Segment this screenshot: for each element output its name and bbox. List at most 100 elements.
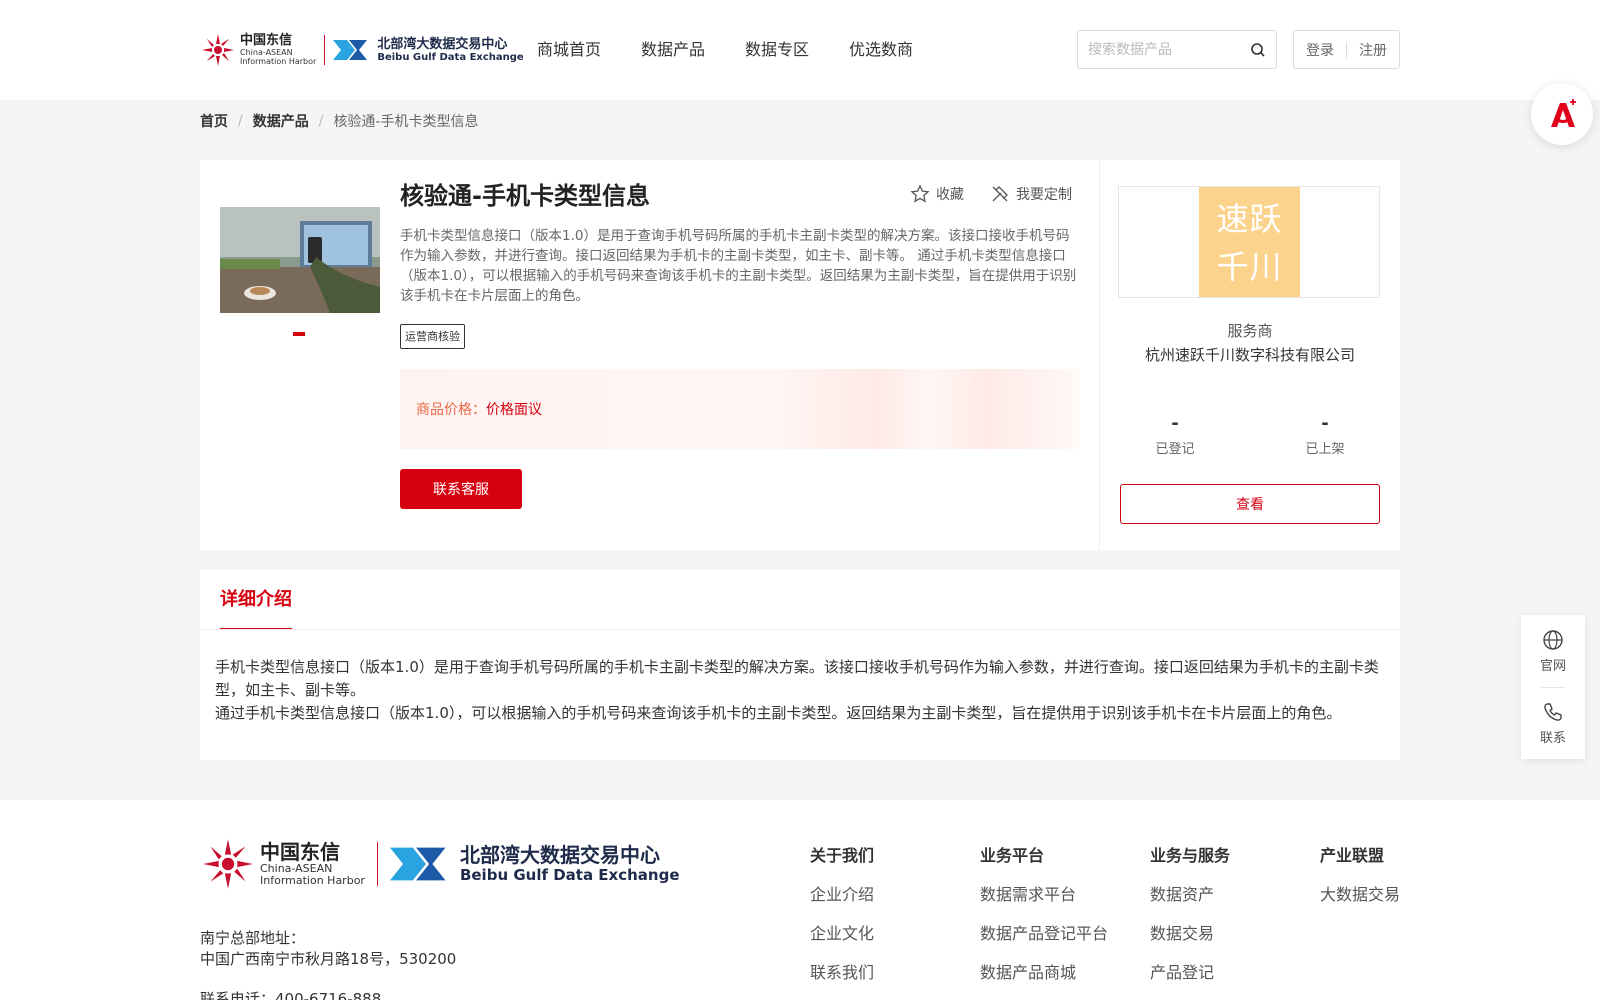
- provider-name: 杭州速跃千川数字科技有限公司: [1144, 346, 1355, 364]
- detail-paragraph: 手机卡类型信息接口（版本1.0）是用于查询手机号码所属的手机卡主副卡类型的解决方…: [215, 658, 1379, 699]
- detail-paragraph: 通过手机卡类型信息接口（版本1.0），可以根据输入的手机号码来查询该手机卡的主副…: [215, 704, 1342, 722]
- site-logo[interactable]: 中国东信 China-ASEAN Information Harbor 北部湾大…: [200, 30, 524, 70]
- stat-value: -: [1171, 413, 1179, 434]
- ai-assistant-button[interactable]: [1531, 83, 1593, 145]
- globe-icon: [1543, 630, 1563, 650]
- breadcrumb-current: 核验通-手机卡类型信息: [333, 114, 479, 130]
- bbw-logo-icon: [333, 40, 368, 60]
- star-icon: [910, 184, 930, 203]
- favorite-label: 收藏: [936, 187, 964, 203]
- tab-detail-intro[interactable]: 详细介绍: [220, 588, 292, 630]
- stat-label: 已登记: [1155, 442, 1195, 457]
- footer-link[interactable]: 数据需求平台: [980, 883, 1108, 907]
- stat-registered: - 已登记: [1135, 413, 1215, 458]
- side-contact-button[interactable]: 联系: [1521, 701, 1585, 746]
- logo-divider: [324, 35, 326, 65]
- footer-link[interactable]: 企业文化: [810, 922, 874, 946]
- footer-link[interactable]: 企业介绍: [810, 883, 874, 907]
- price-label: 商品价格：: [416, 402, 486, 418]
- nav-item-zone[interactable]: 数据专区: [745, 38, 809, 62]
- nav-item-products[interactable]: 数据产品: [641, 38, 705, 62]
- footer-logo: 中国东信 China-ASEAN Information Harbor 北部湾大…: [200, 836, 680, 892]
- detail-divider: [200, 629, 1400, 630]
- search-icon[interactable]: [1250, 42, 1266, 58]
- nav-item-home[interactable]: 商城首页: [537, 38, 601, 62]
- provider-role: 服务商: [1227, 322, 1273, 340]
- breadcrumb-separator: /: [238, 113, 243, 129]
- product-card: 核验通-手机卡类型信息 收藏 我要定制 手机卡类型信息接口（版本1.0）是用于查…: [200, 160, 1400, 550]
- breadcrumb: 首页 / 数据产品 / 核验通-手机卡类型信息: [200, 111, 479, 131]
- favorite-button[interactable]: 收藏: [910, 184, 964, 204]
- provider-logo-frame: 速跃 千川: [1118, 186, 1380, 298]
- stat-listed: - 已上架: [1285, 413, 1365, 458]
- product-actions: 收藏 我要定制: [910, 184, 1072, 204]
- footer-link[interactable]: 大数据交易: [1320, 883, 1400, 907]
- side-contact-label: 联系: [1539, 731, 1566, 746]
- footer-col-services: 业务与服务 数据资产 数据交易 产品登记: [1150, 844, 1230, 985]
- price-box: 商品价格：价格面议: [400, 369, 1080, 449]
- breadcrumb-home[interactable]: 首页: [200, 111, 228, 131]
- side-widget-panel: 官网 联系: [1521, 615, 1585, 759]
- footer-logo-en-sub-text: Information Harbor: [260, 874, 365, 887]
- breadcrumb-separator: /: [318, 113, 324, 129]
- detail-body: 手机卡类型信息接口（版本1.0）是用于查询手机号码所属的手机卡主副卡类型的解决方…: [215, 656, 1380, 725]
- carousel-indicator[interactable]: [293, 332, 305, 336]
- detail-section: 详细介绍 手机卡类型信息接口（版本1.0）是用于查询手机号码所属的手机卡主副卡类…: [200, 570, 1400, 760]
- footer-link[interactable]: 数据产品商城: [980, 961, 1108, 985]
- footer-col-title: 产业联盟: [1320, 846, 1385, 865]
- tools-icon: [992, 186, 1008, 202]
- footer-logo-divider: [376, 842, 378, 886]
- stat-value: -: [1321, 413, 1329, 434]
- side-website-button[interactable]: 官网: [1521, 629, 1585, 674]
- product-image[interactable]: [220, 207, 380, 313]
- footer-bbw-cn-text: 北部湾大数据交易中心: [459, 843, 660, 867]
- register-link[interactable]: 注册: [1359, 40, 1387, 60]
- search-box: [1077, 30, 1277, 69]
- china-asean-logo-icon: [202, 34, 234, 66]
- footer-bbw-en-text: Beibu Gulf Data Exchange: [459, 866, 680, 884]
- customize-button[interactable]: 我要定制: [990, 184, 1072, 204]
- logo-cn-text: 中国东信: [240, 33, 293, 48]
- footer-link[interactable]: 数据资产: [1150, 883, 1230, 907]
- phone-icon: [1544, 703, 1562, 721]
- site-footer: 中国东信 China-ASEAN Information Harbor 北部湾大…: [0, 800, 1600, 1000]
- breadcrumb-products[interactable]: 数据产品: [253, 111, 309, 131]
- side-website-label: 官网: [1539, 659, 1566, 674]
- login-link[interactable]: 登录: [1306, 40, 1334, 60]
- logo-en-text: China-ASEAN: [240, 48, 293, 57]
- provider-logo-line1: 速跃: [1216, 200, 1283, 238]
- customize-label: 我要定制: [1016, 187, 1072, 203]
- footer-link[interactable]: 数据交易: [1150, 922, 1230, 946]
- provider-logo[interactable]: 速跃 千川: [1199, 187, 1300, 297]
- product-title: 核验通-手机卡类型信息: [400, 182, 650, 210]
- footer-address-label: 南宁总部地址：: [200, 929, 306, 947]
- view-provider-button[interactable]: 查看: [1120, 484, 1380, 524]
- footer-phone: 联系电话：400-6716-888: [200, 990, 382, 1000]
- product-tag: 运营商核验: [400, 324, 465, 349]
- footer-col-title: 业务与服务: [1150, 846, 1231, 865]
- footer-logo-cn-text: 中国东信: [260, 840, 340, 864]
- search-input[interactable]: [1078, 31, 1238, 68]
- footer-col-title: 关于我们: [810, 846, 875, 865]
- side-divider: [1541, 687, 1565, 688]
- ai-assistant-icon: [1551, 99, 1576, 127]
- china-asean-logo-icon: [203, 839, 253, 889]
- price-row: 商品价格：价格面议: [416, 399, 542, 419]
- footer-address-text: 中国广西南宁市秋月路18号，530200: [200, 950, 457, 968]
- nav-item-merchants[interactable]: 优选数商: [849, 38, 913, 62]
- footer-link[interactable]: 数据产品登记平台: [980, 922, 1108, 946]
- footer-link[interactable]: 产品登记: [1150, 961, 1230, 985]
- contact-service-button[interactable]: 联系客服: [400, 469, 522, 509]
- footer-link[interactable]: 联系我们: [810, 961, 874, 985]
- footer-col-title: 业务平台: [980, 846, 1045, 865]
- main-nav: 商城首页 数据产品 数据专区 优选数商: [537, 38, 953, 62]
- bbw-cn-text: 北部湾大数据交易中心: [377, 36, 508, 52]
- price-value: 价格面议: [486, 402, 542, 418]
- product-description: 手机卡类型信息接口（版本1.0）是用于查询手机号码所属的手机卡主副卡类型的解决方…: [400, 228, 1077, 304]
- logo-en-sub-text: Information Harbor: [240, 57, 317, 66]
- footer-col-about: 关于我们 企业介绍 企业文化 联系我们: [810, 844, 874, 985]
- footer-col-platform: 业务平台 数据需求平台 数据产品登记平台 数据产品商城: [980, 844, 1108, 985]
- footer-address: 南宁总部地址： 中国广西南宁市秋月路18号，530200: [200, 928, 456, 970]
- provider-logo-line2: 千川: [1216, 248, 1283, 286]
- stat-label: 已上架: [1305, 442, 1345, 457]
